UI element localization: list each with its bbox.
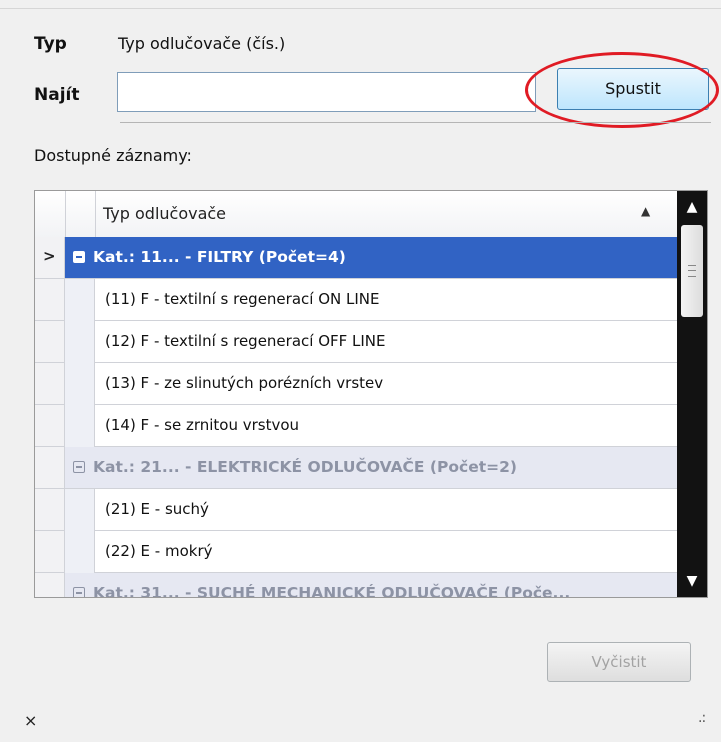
row-selector[interactable]: [35, 279, 65, 321]
row-label[interactable]: (14) F - se zrnitou vrstvou: [95, 405, 677, 447]
clear-button[interactable]: Vyčistit: [547, 642, 691, 682]
column-header-type[interactable]: Typ odlučovače: [103, 204, 226, 223]
collapse-icon[interactable]: [73, 251, 85, 263]
indent-cell: [65, 489, 95, 531]
group-cell[interactable]: Kat.: 31... - SUCHÉ MECHANICKÉ ODLUČOVAČ…: [65, 573, 677, 597]
row-label[interactable]: (13) F - ze slinutých porézních vrstev: [95, 363, 677, 405]
indent-cell: [65, 405, 95, 447]
resize-grip-icon[interactable]: .:: [698, 710, 706, 726]
close-icon[interactable]: ×: [24, 711, 37, 730]
scroll-thumb[interactable]: [681, 225, 703, 317]
group-cell[interactable]: Kat.: 21... - ELEKTRICKÉ ODLUČOVAČE (Poč…: [65, 447, 677, 489]
separator: [120, 122, 711, 123]
group-row[interactable]: Kat.: 31... - SUCHÉ MECHANICKÉ ODLUČOVAČ…: [35, 573, 677, 597]
row-selector[interactable]: [35, 447, 65, 489]
row-selector[interactable]: [35, 321, 65, 363]
current-row-icon: >: [43, 247, 56, 265]
group-row[interactable]: Kat.: 21... - ELEKTRICKÉ ODLUČOVAČE (Poč…: [35, 447, 677, 489]
grid-header[interactable]: Typ odlučovače ▲: [35, 191, 677, 238]
scroll-down-icon[interactable]: ▼: [677, 567, 707, 595]
table-row[interactable]: (22) E - mokrý: [35, 531, 677, 573]
indent-cell: [65, 531, 95, 573]
group-label: Kat.: 21... - ELEKTRICKÉ ODLUČOVAČE (Poč…: [93, 458, 517, 476]
type-label: Typ: [34, 34, 67, 54]
row-label[interactable]: (11) F - textilní s regenerací ON LINE: [95, 279, 677, 321]
group-row[interactable]: > Kat.: 11... - FILTRY (Počet=4): [35, 237, 677, 279]
available-records-label: Dostupné záznamy:: [34, 146, 192, 165]
table-row[interactable]: (21) E - suchý: [35, 489, 677, 531]
sort-ascending-icon: ▲: [641, 204, 651, 218]
table-row[interactable]: (11) F - textilní s regenerací ON LINE: [35, 279, 677, 321]
group-cell[interactable]: Kat.: 11... - FILTRY (Počet=4): [65, 237, 677, 279]
search-label: Najít: [34, 85, 80, 105]
top-divider: [0, 8, 721, 9]
scroll-up-icon[interactable]: ▲: [677, 193, 707, 221]
grip-icon: [688, 265, 696, 277]
vertical-scrollbar[interactable]: ▲ ▼: [677, 191, 707, 597]
row-selector[interactable]: [35, 405, 65, 447]
row-label[interactable]: (12) F - textilní s regenerací OFF LINE: [95, 321, 677, 363]
highlight-ellipse: [525, 52, 719, 128]
collapse-icon[interactable]: [73, 587, 85, 597]
records-grid: Typ odlučovače ▲ > Kat.: 11... - FILTRY …: [34, 190, 708, 598]
row-label[interactable]: (22) E - mokrý: [95, 531, 677, 573]
row-selector[interactable]: >: [35, 237, 65, 279]
collapse-icon[interactable]: [73, 461, 85, 473]
table-row[interactable]: (12) F - textilní s regenerací OFF LINE: [35, 321, 677, 363]
group-label: Kat.: 11... - FILTRY (Počet=4): [93, 248, 346, 266]
row-selector[interactable]: [35, 531, 65, 573]
indent-header: [65, 191, 96, 237]
row-selector[interactable]: [35, 573, 65, 597]
table-row[interactable]: (13) F - ze slinutých porézních vrstev: [35, 363, 677, 405]
type-value: Typ odlučovače (čís.): [118, 34, 286, 53]
group-label: Kat.: 31... - SUCHÉ MECHANICKÉ ODLUČOVAČ…: [93, 584, 571, 597]
indent-cell: [65, 279, 95, 321]
row-selector[interactable]: [35, 489, 65, 531]
row-selector-header: [35, 191, 66, 237]
search-input[interactable]: [117, 72, 536, 112]
indent-cell: [65, 321, 95, 363]
table-row[interactable]: (14) F - se zrnitou vrstvou: [35, 405, 677, 447]
row-label[interactable]: (21) E - suchý: [95, 489, 677, 531]
row-selector[interactable]: [35, 363, 65, 405]
indent-cell: [65, 363, 95, 405]
